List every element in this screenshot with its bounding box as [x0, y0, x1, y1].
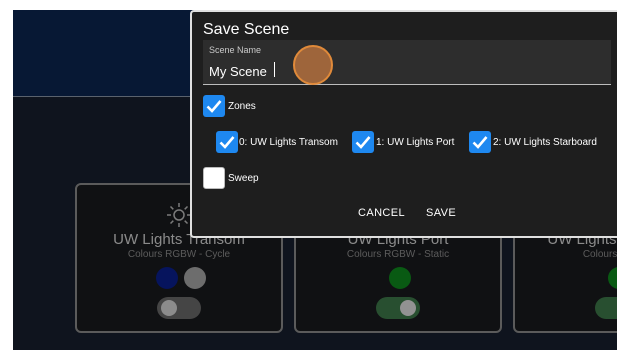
zone-1-label: 1: UW Lights Port [376, 137, 455, 148]
zone-0-checkbox[interactable] [216, 131, 238, 153]
zone-2-checkbox[interactable] [469, 131, 491, 153]
checkmark-icon [219, 136, 235, 149]
zones-label: Zones [228, 101, 256, 112]
scene-name-input[interactable] [209, 62, 589, 80]
text-caret [274, 62, 275, 77]
zone-0-label: 0: UW Lights Transom [239, 137, 338, 148]
scene-name-field[interactable]: Scene Name [203, 40, 611, 85]
zones-checkbox[interactable] [203, 95, 225, 117]
checkmark-icon [206, 100, 222, 113]
cancel-button[interactable]: CANCEL [358, 207, 405, 219]
dialog-title: Save Scene [203, 21, 290, 38]
save-button[interactable]: SAVE [426, 207, 456, 219]
scene-name-label: Scene Name [209, 45, 262, 55]
save-scene-dialog: Save Scene Scene Name Zones 0: UW Lights… [190, 10, 617, 238]
zone-1-checkbox[interactable] [352, 131, 374, 153]
touch-indicator [293, 45, 333, 85]
checkmark-icon [355, 136, 371, 149]
zone-2-label: 2: UW Lights Starboard [493, 137, 597, 148]
checkmark-icon [472, 136, 488, 149]
sweep-label: Sweep [228, 173, 259, 184]
sweep-checkbox[interactable] [203, 167, 225, 189]
